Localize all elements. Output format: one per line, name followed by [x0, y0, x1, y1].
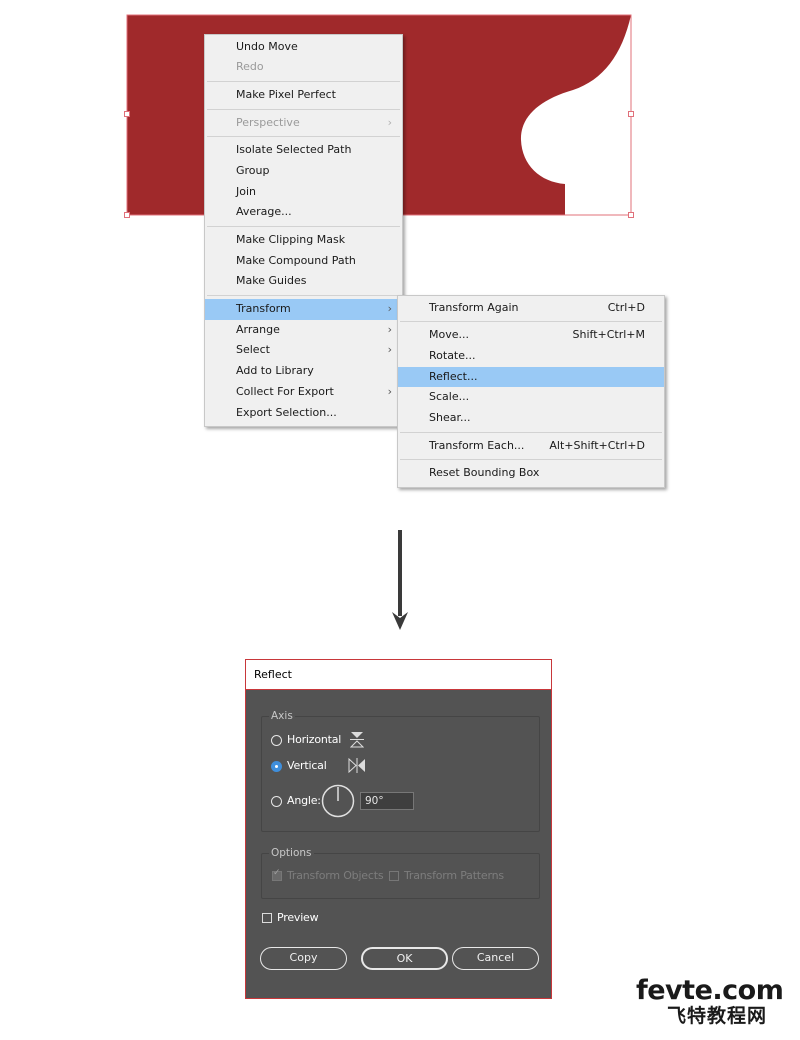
menu-item-transform[interactable]: Transform ›	[205, 299, 402, 320]
chevron-right-icon: ›	[387, 384, 392, 398]
menu-item-label: Transform Again	[429, 300, 519, 314]
menu-separator	[207, 226, 400, 227]
menu-item-label: Transform	[236, 302, 291, 316]
menu-item-isolate-selected-path[interactable]: Isolate Selected Path	[205, 140, 402, 161]
menu-item-select[interactable]: Select ›	[205, 340, 402, 361]
menu-item-label: Make Clipping Mask	[236, 233, 346, 246]
menu-item-label: Shear...	[429, 410, 471, 424]
menu-item-label: Export Selection...	[236, 405, 337, 419]
menu-item-shortcut: Alt+Shift+Ctrl+D	[549, 438, 645, 452]
options-group-label: Options	[269, 847, 314, 859]
horizontal-reflect-icon	[350, 732, 364, 748]
menu-item-label: Arrange	[236, 322, 280, 336]
transform-patterns-label[interactable]: Transform Patterns	[404, 869, 504, 882]
menu-item-label: Scale...	[429, 390, 470, 404]
menu-item-move[interactable]: Move... Shift+Ctrl+M	[398, 325, 664, 346]
menu-separator	[207, 136, 400, 138]
menu-item-label: Add to Library	[236, 364, 314, 378]
menu-item-shortcut: Shift+Ctrl+M	[572, 328, 646, 342]
ok-button[interactable]: OK	[361, 947, 448, 970]
menu-item-reset-bounding-box[interactable]: Reset Bounding Box	[398, 463, 664, 484]
menu-item-add-to-library[interactable]: Add to Library	[205, 361, 402, 382]
cancel-button[interactable]: Cancel	[452, 947, 539, 970]
menu-item-label: Move...	[429, 328, 469, 342]
menu-item-label: Transform Each...	[429, 438, 525, 452]
menu-item-label: Average...	[236, 205, 292, 219]
down-arrow-icon	[392, 530, 408, 630]
chevron-right-icon: ›	[387, 343, 392, 357]
menu-item-label: Isolate Selected Path	[236, 143, 352, 157]
angle-radio[interactable]	[271, 796, 282, 807]
menu-item-label: Make Guides	[236, 274, 307, 288]
menu-item-label: Reflect...	[429, 369, 478, 383]
angle-label[interactable]: Angle:	[287, 794, 321, 807]
menu-item-perspective: Perspective ›	[205, 113, 402, 134]
context-menu: Undo Move Redo Make Pixel Perfect Perspecti…	[204, 34, 403, 428]
menu-item-label: Make Compound Path	[236, 253, 356, 267]
menu-separator	[207, 80, 400, 82]
menu-item-reflect[interactable]: Reflect...	[398, 366, 664, 388]
menu-item-rotate[interactable]: Rotate...	[398, 346, 664, 367]
menu-item-transform-again[interactable]: Transform Again Ctrl+D	[398, 298, 664, 319]
vertical-label[interactable]: Vertical	[287, 759, 327, 772]
transform-patterns-checkbox[interactable]	[389, 871, 399, 881]
menu-item-label: Rotate...	[429, 348, 476, 362]
menu-item-label: Undo Move	[236, 39, 298, 53]
menu-item-shortcut: Ctrl+D	[607, 300, 645, 314]
preview-checkbox[interactable]	[262, 913, 272, 923]
menu-item-label: Redo	[236, 60, 264, 74]
menu-item-label: Group	[236, 163, 270, 177]
menu-separator	[400, 321, 662, 323]
menu-item-group[interactable]: Group	[205, 161, 402, 182]
transform-submenu: Transform Again Ctrl+D Move... Shift+Ctrl+M…	[397, 295, 665, 488]
transform-objects-label[interactable]: Transform Objects	[287, 869, 384, 882]
chevron-right-icon: ›	[387, 115, 392, 129]
menu-separator	[400, 431, 662, 433]
angle-dial-icon[interactable]	[321, 784, 355, 818]
vertical-radio[interactable]	[271, 761, 282, 772]
dialog-title: Reflect	[246, 660, 551, 690]
menu-item-make-clipping-mask[interactable]: Make Clipping Mask	[205, 230, 402, 251]
menu-item-label: Collect For Export	[236, 384, 334, 398]
menu-separator	[207, 108, 400, 110]
angle-input[interactable]: 90°	[360, 792, 414, 810]
menu-item-label: Reset Bounding Box	[429, 466, 540, 480]
menu-item-shear[interactable]: Shear...	[398, 408, 664, 429]
menu-separator	[207, 295, 400, 297]
horizontal-radio[interactable]	[271, 735, 282, 746]
vertical-reflect-icon	[348, 758, 365, 773]
watermark-name: 飞特教程网	[667, 1005, 768, 1027]
menu-item-arrange[interactable]: Arrange ›	[205, 320, 402, 341]
axis-group-label: Axis	[269, 710, 295, 722]
menu-item-undo-move[interactable]: Undo Move	[205, 37, 402, 58]
menu-separator	[400, 459, 662, 461]
menu-item-scale[interactable]: Scale...	[398, 387, 664, 408]
menu-item-transform-each[interactable]: Transform Each... Alt+Shift+Ctrl+D	[398, 436, 664, 457]
menu-item-label: Perspective	[236, 115, 300, 129]
chevron-right-icon: ›	[387, 302, 392, 316]
menu-item-export-selection[interactable]: Export Selection...	[205, 403, 402, 424]
horizontal-label[interactable]: Horizontal	[287, 733, 341, 746]
chevron-right-icon: ›	[387, 322, 392, 336]
menu-item-label: Join	[236, 184, 257, 198]
transform-objects-checkbox[interactable]	[272, 868, 282, 881]
menu-item-join[interactable]: Join	[205, 182, 402, 203]
menu-item-collect-for-export[interactable]: Collect For Export ›	[205, 382, 402, 403]
menu-item-label: Make Pixel Perfect	[236, 87, 336, 101]
preview-label[interactable]: Preview	[277, 911, 319, 924]
menu-item-label: Select	[236, 343, 270, 357]
menu-item-make-guides[interactable]: Make Guides	[205, 271, 402, 292]
menu-item-redo: Redo	[205, 57, 402, 78]
menu-item-make-pixel-perfect[interactable]: Make Pixel Perfect	[205, 85, 402, 106]
menu-item-make-compound-path[interactable]: Make Compound Path	[205, 251, 402, 272]
menu-item-average[interactable]: Average...	[205, 202, 402, 223]
copy-button[interactable]: Copy	[260, 947, 347, 970]
watermark-site: fevte.com	[636, 975, 784, 1006]
